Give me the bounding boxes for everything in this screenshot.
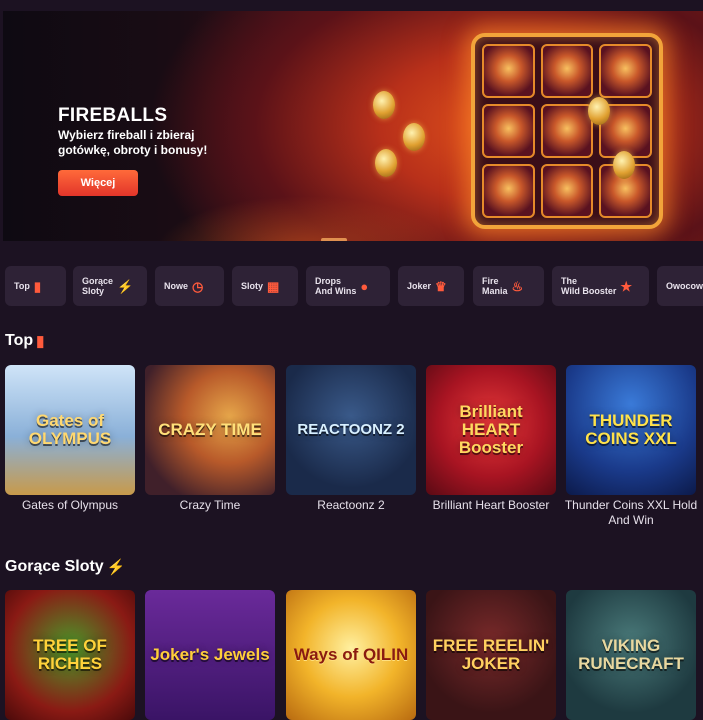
fireball-cell bbox=[540, 44, 594, 98]
coin-icon bbox=[373, 91, 395, 119]
game-tile-viking-runecraft[interactable]: VIKING RUNECRAFT bbox=[566, 590, 696, 720]
game-art-title: FREE REELIN' JOKER bbox=[432, 636, 550, 673]
category-label: The Wild Booster bbox=[561, 276, 617, 296]
more-button[interactable]: Więcej bbox=[58, 170, 138, 196]
fireball-cell bbox=[482, 104, 535, 158]
fireball-cell bbox=[540, 104, 594, 158]
category-wild-booster[interactable]: The Wild Booster ★ bbox=[552, 266, 649, 306]
banner-fireball-grid bbox=[471, 33, 663, 229]
category-top[interactable]: Top ▮ bbox=[5, 266, 66, 306]
fireball-cell bbox=[482, 164, 535, 218]
category-label: Drops And Wins bbox=[315, 276, 357, 296]
game-tile-gates-of-olympus[interactable]: Gates of OLYMPUS bbox=[5, 365, 135, 495]
category-drops-and-wins[interactable]: Drops And Wins ● bbox=[306, 266, 390, 306]
category-nav: Top ▮ Gorące Sloty ⚡ Nowe ◷ Sloty ▦ Drop… bbox=[0, 266, 703, 306]
game-art-title: Ways of QILIN bbox=[293, 645, 409, 664]
lightning-icon: ⚡ bbox=[106, 559, 126, 576]
star-icon: ★ bbox=[620, 278, 633, 294]
coin-icon bbox=[613, 151, 635, 179]
banner-subtitle: Wybierz fireball i zbieraj gotówkę, obro… bbox=[58, 128, 208, 157]
category-fruit[interactable]: Owocowe bbox=[657, 266, 703, 306]
clock-icon: ◷ bbox=[192, 278, 204, 294]
coin-icon bbox=[588, 97, 610, 125]
game-art-title: TREE OF RICHES bbox=[33, 636, 107, 673]
game-art-title: VIKING RUNECRAFT bbox=[578, 636, 684, 673]
category-hot-slots[interactable]: Gorące Sloty ⚡ bbox=[73, 266, 147, 306]
bomb-icon: ● bbox=[360, 278, 369, 294]
category-label: Nowe bbox=[164, 281, 189, 291]
game-art-title: REACTOONZ 2 bbox=[297, 421, 405, 438]
game-art-title: Joker's Jewels bbox=[150, 645, 270, 664]
game-name[interactable]: Gates of Olympus bbox=[0, 498, 140, 513]
game-tile-thunder-coins-xxl[interactable]: THUNDER COINS XXL bbox=[566, 365, 696, 495]
game-name[interactable]: Crazy Time bbox=[140, 498, 280, 513]
fireball-cell bbox=[599, 44, 652, 98]
category-label: Owocowe bbox=[666, 281, 703, 291]
category-joker[interactable]: Joker ♛ bbox=[398, 266, 464, 306]
game-tile-jokers-jewels[interactable]: Joker's Jewels bbox=[145, 590, 275, 720]
category-label: Fire Mania bbox=[482, 276, 508, 296]
game-name[interactable]: Reactoonz 2 bbox=[281, 498, 421, 513]
crown-icon: ♛ bbox=[435, 278, 447, 294]
game-art-title: Brilliant HEART Booster bbox=[458, 402, 524, 457]
section-title-hot-slots: Gorące Sloty ⚡ bbox=[5, 558, 125, 576]
game-art-title: Gates of OLYMPUS bbox=[28, 411, 112, 448]
section-title-label: Top bbox=[5, 332, 34, 349]
category-label: Joker bbox=[407, 281, 432, 291]
category-label: Sloty bbox=[241, 281, 264, 291]
carousel-indicator[interactable] bbox=[321, 238, 347, 241]
flame-icon: ♨ bbox=[511, 278, 524, 294]
game-tile-tree-of-riches[interactable]: TREE OF RICHES bbox=[5, 590, 135, 720]
fireball-cell bbox=[482, 44, 535, 98]
category-label: Top bbox=[14, 281, 30, 291]
chart-icon: ▮ bbox=[33, 278, 41, 294]
game-name[interactable]: Thunder Coins XXL Hold And Win bbox=[561, 498, 701, 528]
section-title-top: Top ▮ bbox=[5, 332, 44, 350]
promo-banner[interactable]: FIREBALLS Wybierz fireball i zbieraj got… bbox=[3, 11, 703, 241]
slot-machine-icon: ▦ bbox=[267, 278, 280, 294]
game-tile-free-reelin-joker[interactable]: FREE REELIN' JOKER bbox=[426, 590, 556, 720]
category-fire-mania[interactable]: Fire Mania ♨ bbox=[473, 266, 544, 306]
chart-icon: ▮ bbox=[36, 333, 45, 350]
coin-icon bbox=[403, 123, 425, 151]
coin-icon bbox=[375, 149, 397, 177]
game-name[interactable]: Brilliant Heart Booster bbox=[421, 498, 561, 513]
banner-title: FIREBALLS bbox=[58, 105, 168, 126]
category-slots[interactable]: Sloty ▦ bbox=[232, 266, 298, 306]
game-art-title: CRAZY TIME bbox=[158, 420, 262, 439]
game-art-title: THUNDER COINS XXL bbox=[585, 411, 677, 448]
lightning-icon: ⚡ bbox=[117, 278, 134, 294]
game-tile-crazy-time[interactable]: CRAZY TIME bbox=[145, 365, 275, 495]
game-tile-brilliant-heart-booster[interactable]: Brilliant HEART Booster bbox=[426, 365, 556, 495]
game-tile-reactoonz-2[interactable]: REACTOONZ 2 bbox=[286, 365, 416, 495]
fireball-cell bbox=[540, 164, 594, 218]
section-title-label: Gorące Sloty bbox=[5, 558, 104, 575]
category-label: Gorące Sloty bbox=[82, 276, 114, 296]
game-tile-ways-of-qilin[interactable]: Ways of QILIN bbox=[286, 590, 416, 720]
category-new[interactable]: Nowe ◷ bbox=[155, 266, 224, 306]
